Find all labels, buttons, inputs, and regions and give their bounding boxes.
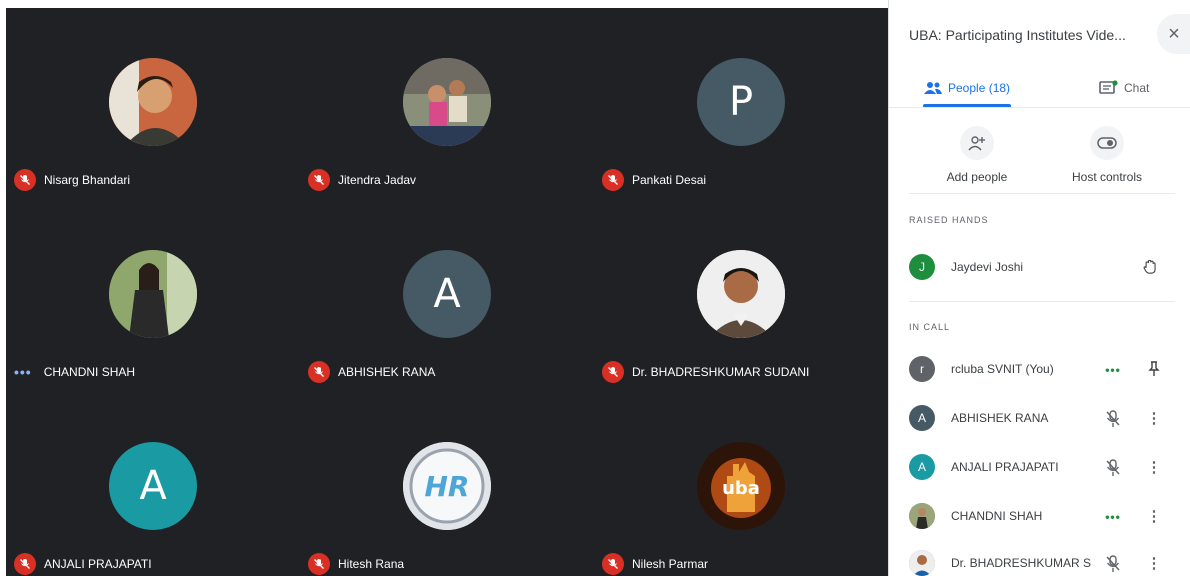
mic-off-icon <box>14 553 36 575</box>
participant-nameline: Hitesh Rana <box>308 552 404 576</box>
tab-people[interactable]: People (18) <box>923 70 1010 106</box>
participant-nameline: Nisarg Bhandari <box>14 168 130 192</box>
participant-avatar: A <box>403 250 491 338</box>
mic-off-icon <box>308 553 330 575</box>
close-panel-button[interactable]: × <box>1157 14 1190 54</box>
participant-tile[interactable]: P Pankati Desai <box>594 8 888 198</box>
participant-tile[interactable]: HR Hitesh Rana <box>300 392 594 576</box>
in-call-row[interactable]: Dr. BHADRESHKUMAR S... ⋮ <box>909 548 1171 576</box>
participant-name: Nilesh Parmar <box>632 557 709 571</box>
raised-hand-row[interactable]: J Jaydevi Joshi <box>909 252 1171 282</box>
participant-name: Pankati Desai <box>632 173 707 187</box>
participant-tile[interactable]: Jitendra Jadav <box>300 8 594 198</box>
participant-tile[interactable]: Dr. BHADRESHKUMAR SUDANI <box>594 200 888 390</box>
in-call-heading: IN CALL <box>909 322 951 332</box>
participant-nameline: Jitendra Jadav <box>308 168 416 192</box>
avatar: A <box>909 454 935 480</box>
mic-off-icon <box>602 553 624 575</box>
mic-off-icon <box>308 361 330 383</box>
speaking-dots-icon: ••• <box>1105 363 1121 377</box>
participant-nameline: ••• CHANDNI SHAH <box>14 360 135 384</box>
more-options-icon[interactable]: ⋮ <box>1147 409 1162 427</box>
participant-name: CHANDNI SHAH <box>43 365 136 379</box>
person-name: Dr. BHADRESHKUMAR S... <box>951 556 1091 570</box>
add-people-button[interactable]: Add people <box>917 126 1037 184</box>
participant-name: Hitesh Rana <box>338 557 405 571</box>
speaking-dots-icon: ••• <box>1105 510 1121 524</box>
people-panel: UBA: Participating Institutes Vide... × … <box>888 0 1190 576</box>
participant-logo-avatar: HR <box>403 442 491 530</box>
close-icon: × <box>1168 22 1180 45</box>
more-options-icon[interactable]: ⋮ <box>1147 458 1162 476</box>
participant-name: Jitendra Jadav <box>338 173 417 187</box>
avatar-photo <box>909 550 935 576</box>
person-name: rcluba SVNIT (You) <box>951 362 1054 376</box>
participant-nameline: Nilesh Parmar <box>602 552 708 576</box>
person-name: ABHISHEK RANA <box>951 411 1049 425</box>
add-people-label: Add people <box>946 170 1008 184</box>
mic-off-icon[interactable] <box>1104 555 1122 573</box>
participant-name: ANJALI PRAJAPATI <box>44 557 152 571</box>
participant-tile[interactable]: A ABHISHEK RANA <box>300 200 594 390</box>
more-options-icon[interactable]: ⋮ <box>1147 507 1162 525</box>
video-grid: Nisarg Bhandari Jitendra Jadav P Pankati… <box>6 8 888 576</box>
divider <box>909 301 1175 302</box>
mic-off-icon[interactable] <box>1104 410 1122 428</box>
participant-nameline: Pankati Desai <box>602 168 706 192</box>
avatar-logo-text: HR <box>425 470 470 503</box>
in-call-row[interactable]: r rcluba SVNIT (You) ••• <box>909 354 1171 384</box>
participant-tile[interactable]: A ANJALI PRAJAPATI <box>6 392 300 576</box>
chat-icon <box>1099 80 1118 94</box>
more-options-icon[interactable]: ⋮ <box>1147 554 1162 572</box>
tab-chat[interactable]: Chat <box>1099 70 1149 106</box>
participant-name: Dr. BHADRESHKUMAR SUDANI <box>632 365 810 379</box>
meeting-title: UBA: Participating Institutes Vide... <box>909 27 1126 43</box>
in-call-row[interactable]: A ABHISHEK RANA ⋮ <box>909 403 1171 433</box>
person-name: CHANDNI SHAH <box>951 509 1043 523</box>
participant-photo <box>109 250 197 338</box>
avatar: A <box>909 405 935 431</box>
speaking-dots-icon: ••• <box>14 364 32 380</box>
participant-tile[interactable]: ••• CHANDNI SHAH <box>6 200 300 390</box>
mic-off-icon <box>14 169 36 191</box>
mic-off-icon <box>602 169 624 191</box>
raised-hand-icon <box>1143 258 1157 276</box>
person-name: ANJALI PRAJAPATI <box>951 460 1059 474</box>
toggle-icon <box>1090 126 1124 160</box>
in-call-row[interactable]: A ANJALI PRAJAPATI ⋮ <box>909 452 1171 482</box>
avatar: r <box>909 356 935 382</box>
pin-icon[interactable] <box>1147 360 1161 378</box>
participant-nameline: Dr. BHADRESHKUMAR SUDANI <box>602 360 809 384</box>
person-name: Jaydevi Joshi <box>951 260 1024 274</box>
participant-name: ABHISHEK RANA <box>338 365 436 379</box>
participant-logo-avatar: uba <box>697 442 785 530</box>
participant-avatar: P <box>697 58 785 146</box>
host-controls-label: Host controls <box>1071 170 1143 184</box>
host-controls-button[interactable]: Host controls <box>1047 126 1167 184</box>
participant-photo <box>109 58 197 146</box>
people-icon <box>924 82 942 94</box>
mic-off-icon <box>602 361 624 383</box>
participant-avatar: A <box>109 442 197 530</box>
participant-photo <box>403 58 491 146</box>
participant-photo <box>697 250 785 338</box>
add-person-icon <box>960 126 994 160</box>
participant-tile[interactable]: Nisarg Bhandari <box>6 8 300 198</box>
raised-hands-heading: RAISED HANDS <box>909 215 989 225</box>
participant-name: Nisarg Bhandari <box>44 173 131 187</box>
in-call-row[interactable]: CHANDNI SHAH ••• ⋮ <box>909 501 1171 531</box>
avatar: J <box>909 254 935 280</box>
mic-off-icon[interactable] <box>1104 459 1122 477</box>
avatar-photo <box>909 503 935 529</box>
participant-nameline: ABHISHEK RANA <box>308 360 435 384</box>
avatar-logo-text: uba <box>722 478 760 499</box>
tab-chat-label: Chat <box>1124 81 1150 95</box>
participant-tile[interactable]: uba Nilesh Parmar <box>594 392 888 576</box>
divider <box>909 193 1175 194</box>
divider <box>889 107 1190 108</box>
participant-nameline: ANJALI PRAJAPATI <box>14 552 152 576</box>
tab-people-label: People (18) <box>948 81 1011 95</box>
mic-off-icon <box>308 169 330 191</box>
